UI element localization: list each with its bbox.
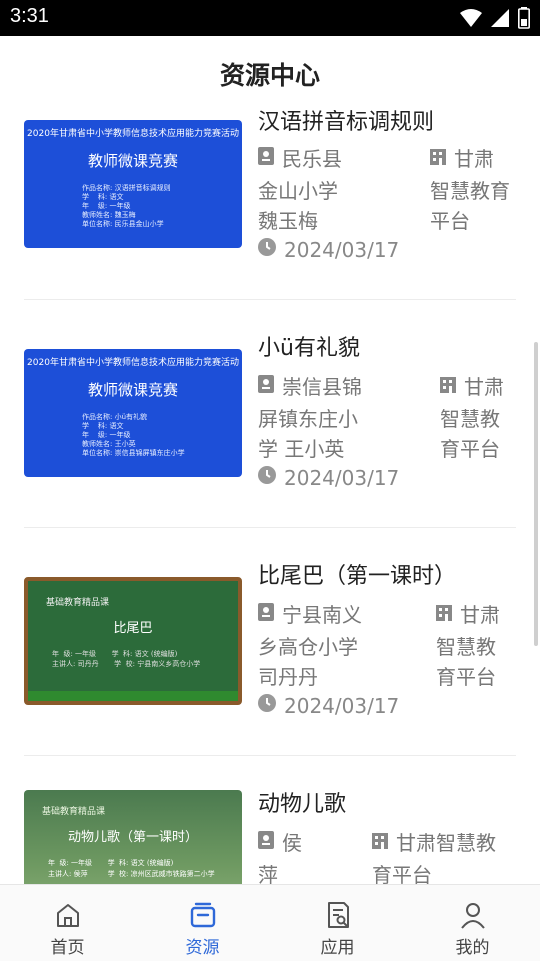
clock-icon <box>258 693 276 717</box>
item-source: 甘肃 智慧教 育平台 <box>440 372 504 464</box>
building-icon <box>372 827 388 857</box>
bottom-tab-bar: 首页 资源 应用 我的 <box>0 884 540 961</box>
item-title[interactable]: 小ü有礼貌 <box>258 330 360 362</box>
divider <box>24 299 516 300</box>
signal-icon <box>491 9 509 27</box>
list-item[interactable]: 2020年甘肃省中小学教师信息技术应用能力竞赛活动 教师微课竞赛 作品名称: 小… <box>24 332 516 522</box>
tab-resources[interactable]: 资源 <box>135 885 270 961</box>
tab-apps[interactable]: 应用 <box>270 885 405 961</box>
status-time: 3:31 <box>10 5 49 27</box>
item-date: 2024/03/17 <box>258 237 399 264</box>
clock-icon <box>258 237 276 261</box>
item-date: 2024/03/17 <box>258 693 399 720</box>
video-thumbnail[interactable]: 2020年甘肃省中小学教师信息技术应用能力竞赛活动 教师微课竞赛 作品名称: 汉… <box>24 120 242 248</box>
tab-label: 我的 <box>455 938 490 958</box>
item-date: 2024/03/17 <box>258 465 399 492</box>
video-thumbnail[interactable]: 基础教育精品课 动物儿歌（第一课时） 年 级: 一年级 学 科: 语文 (统编版… <box>24 790 242 884</box>
tab-label: 资源 <box>185 938 220 958</box>
clock-icon <box>258 465 276 489</box>
badge-icon <box>258 371 274 401</box>
status-bar: 3:31 <box>0 0 540 36</box>
tab-label: 应用 <box>320 938 355 958</box>
page-title: 资源中心 <box>219 61 320 90</box>
item-title[interactable]: 动物儿歌 <box>258 786 346 818</box>
list-item[interactable]: 基础教育精品课 比尾巴 年 级: 一年级 学 科: 语文 (统编版) 主讲人: … <box>24 560 516 750</box>
resource-box-icon <box>190 902 215 928</box>
resource-list[interactable]: 2020年甘肃省中小学教师信息技术应用能力竞赛活动 教师微课竞赛 作品名称: 汉… <box>0 110 540 884</box>
tab-home[interactable]: 首页 <box>0 885 135 961</box>
wifi-icon <box>460 9 482 27</box>
badge-icon <box>258 143 274 173</box>
divider <box>24 527 516 528</box>
badge-icon <box>258 827 274 857</box>
tab-me[interactable]: 我的 <box>405 885 540 961</box>
home-icon <box>56 904 79 927</box>
battery-icon <box>518 7 530 29</box>
person-icon <box>460 903 485 929</box>
building-icon <box>440 371 456 401</box>
item-author: 崇信县锦 屏镇东庄小 学 王小英 <box>258 372 428 464</box>
app-doc-icon <box>327 902 349 928</box>
item-source: 甘肃 智慧教育 平台 <box>430 144 510 236</box>
item-source: 甘肃 智慧教 育平台 <box>436 600 500 692</box>
item-author: 民乐县 金山小学 魏玉梅 <box>258 144 418 236</box>
item-author: 侯 萍 <box>258 828 328 884</box>
building-icon <box>436 599 452 629</box>
badge-icon <box>258 599 274 629</box>
item-title[interactable]: 汉语拼音标调规则 <box>258 110 434 136</box>
scrollbar[interactable] <box>534 342 538 646</box>
item-source: 甘肃智慧教 育平台 <box>372 828 496 884</box>
video-thumbnail[interactable]: 2020年甘肃省中小学教师信息技术应用能力竞赛活动 教师微课竞赛 作品名称: 小… <box>24 349 242 477</box>
app-header: 资源中心 <box>0 36 540 110</box>
chalk-rail <box>28 691 238 701</box>
building-icon <box>430 143 446 173</box>
list-item[interactable]: 2020年甘肃省中小学教师信息技术应用能力竞赛活动 教师微课竞赛 作品名称: 汉… <box>24 110 516 300</box>
video-thumbnail[interactable]: 基础教育精品课 比尾巴 年 级: 一年级 学 科: 语文 (统编版) 主讲人: … <box>24 577 242 705</box>
list-item[interactable]: 基础教育精品课 动物儿歌（第一课时） 年 级: 一年级 学 科: 语文 (统编版… <box>24 788 516 884</box>
tab-label: 首页 <box>50 938 85 958</box>
divider <box>24 755 516 756</box>
status-icons <box>460 7 530 29</box>
item-title[interactable]: 比尾巴（第一课时） <box>258 558 456 590</box>
item-author: 宁县南义 乡高仓小学 司丹丹 <box>258 600 428 692</box>
